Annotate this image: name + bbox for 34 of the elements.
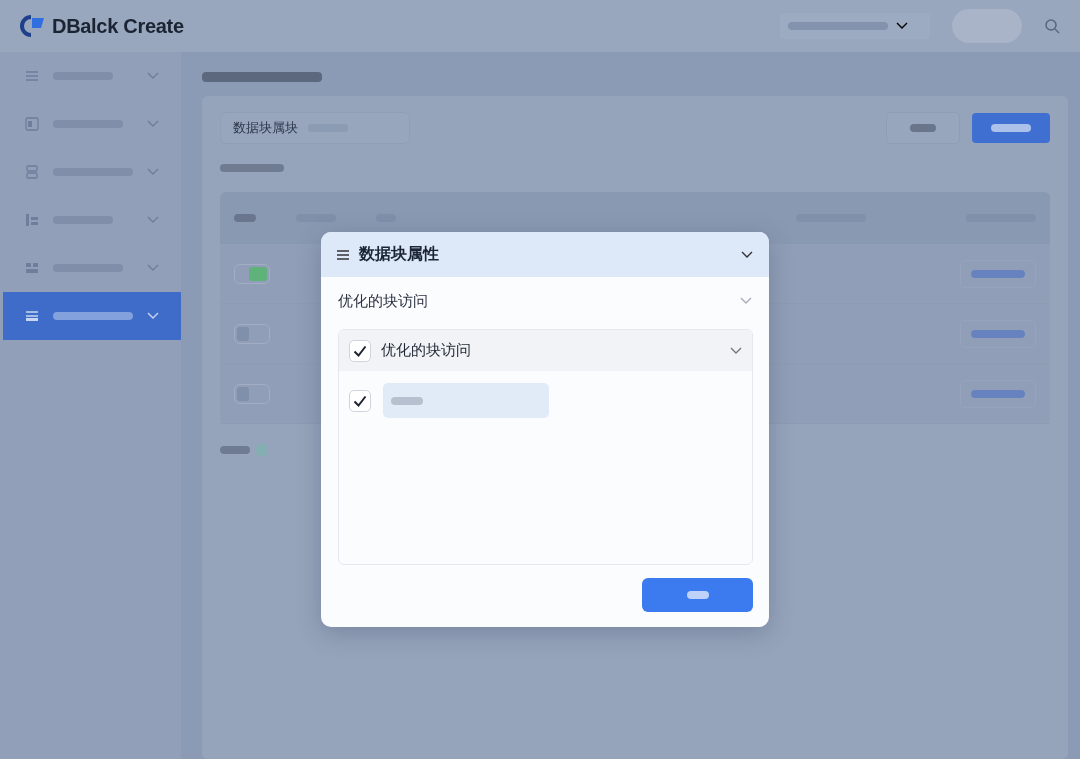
menu-icon[interactable] <box>337 249 349 260</box>
checkbox[interactable] <box>349 389 371 412</box>
section-label: 优化的块访问 <box>338 291 428 311</box>
card-icon <box>25 117 39 131</box>
chevron-icon[interactable] <box>741 250 753 259</box>
row-action-button[interactable] <box>960 259 1036 288</box>
dialog-title: 数据块属性 <box>359 244 439 264</box>
summary-text <box>220 446 250 454</box>
primary-button[interactable] <box>972 113 1050 143</box>
menu-icon <box>25 69 39 83</box>
confirm-button[interactable] <box>642 578 753 612</box>
bars-icon <box>25 213 39 227</box>
grid-icon <box>25 261 39 275</box>
row-action-button[interactable] <box>960 379 1036 408</box>
section-heading <box>220 164 284 172</box>
group-label: 优化的块访问 <box>381 341 471 360</box>
toggle-switch[interactable] <box>234 263 270 284</box>
check-icon <box>353 394 367 407</box>
chevron-icon[interactable] <box>896 22 908 30</box>
toggle-switch[interactable] <box>234 383 270 404</box>
layers-icon <box>25 309 39 323</box>
stack-icon <box>25 165 39 179</box>
sidebar-item[interactable] <box>3 292 181 340</box>
logo-icon <box>20 15 46 37</box>
secondary-button[interactable] <box>886 112 960 144</box>
input-field[interactable] <box>383 383 549 418</box>
app-title: DBalck Create <box>52 14 184 38</box>
search-icon[interactable] <box>1044 18 1060 34</box>
checkbox[interactable] <box>349 339 371 362</box>
column-header <box>234 214 256 222</box>
toolbar-tab[interactable]: 数据块属块 <box>220 112 410 144</box>
check-icon <box>353 344 367 357</box>
toggle-switch[interactable] <box>234 323 270 344</box>
row-action-button[interactable] <box>960 319 1036 348</box>
